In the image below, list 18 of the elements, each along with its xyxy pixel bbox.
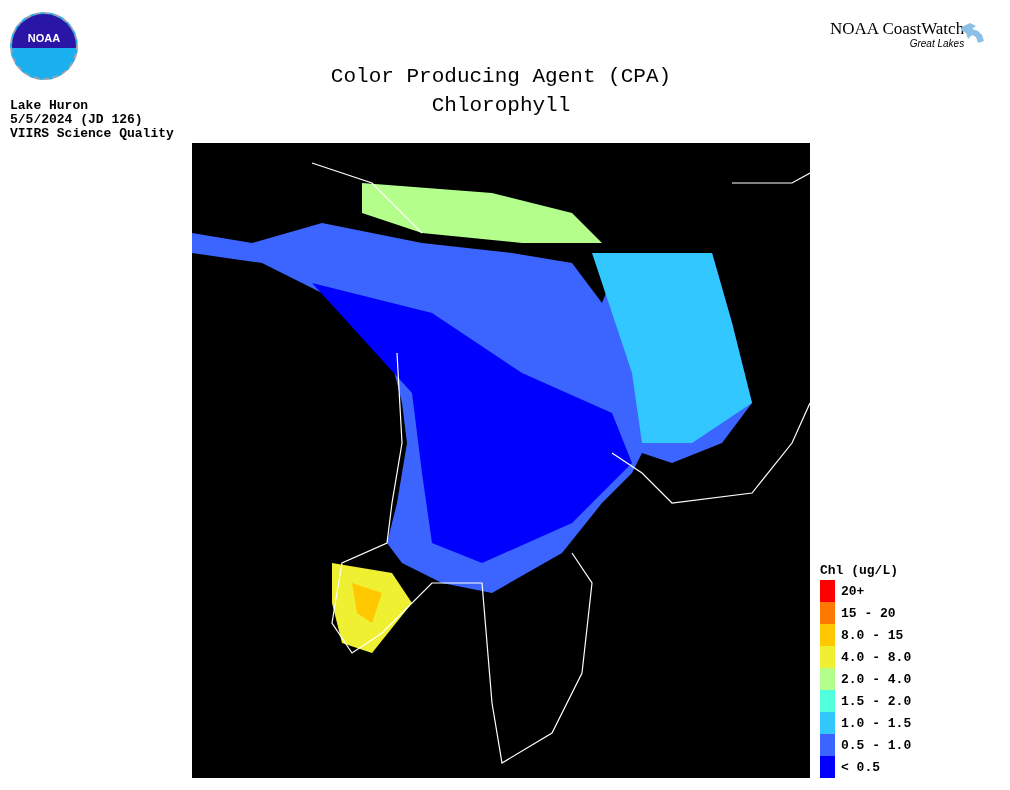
legend-title: Chl (ug/L) — [820, 564, 899, 578]
legend-label: 20+ — [841, 583, 865, 599]
info-line: VIIRS Science Quality — [10, 127, 175, 141]
info-line: 5/5/2024 (JD 126) — [10, 113, 144, 127]
logo-text: NOAA — [27, 32, 61, 44]
coastwatch-title: NOAA CoastWatch — [830, 20, 965, 38]
coastwatch-subtitle: Great Lakes — [909, 38, 965, 49]
legend-label: 2.0 - 4.0 — [841, 671, 912, 687]
legend-label: 4.0 - 8.0 — [841, 649, 912, 665]
legend-label: 1.0 - 1.5 — [841, 715, 912, 731]
legend-label: 1.5 - 2.0 — [841, 693, 912, 709]
chart-title: Chlorophyll — [431, 93, 571, 119]
legend-label: 0.5 - 1.0 — [841, 737, 912, 753]
legend-label: 15 - 20 — [841, 605, 896, 621]
legend-label: < 0.5 — [841, 759, 880, 775]
legend-label: 8.0 - 15 — [841, 627, 904, 643]
info-line: Lake Huron — [10, 99, 89, 113]
chart-title: Color Producing Agent (CPA) — [330, 64, 672, 90]
